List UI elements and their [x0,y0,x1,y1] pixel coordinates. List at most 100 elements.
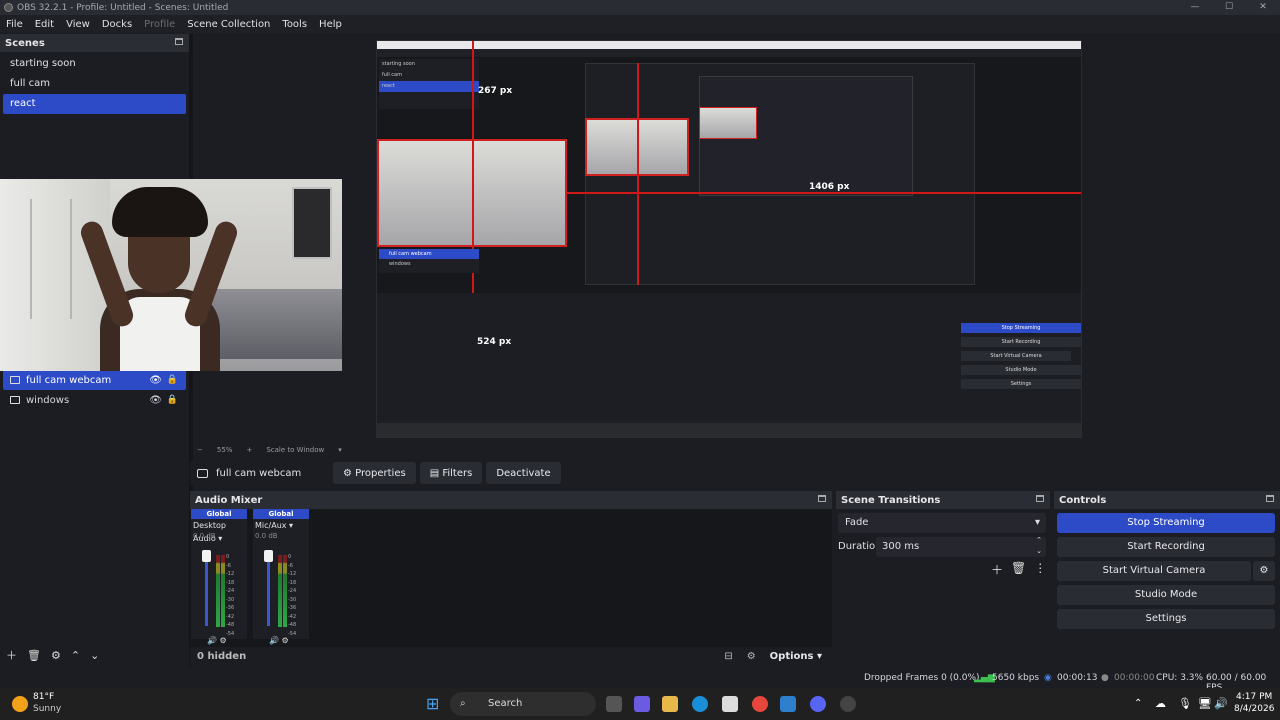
nested-docks: Stop Streaming Start Recording Start Vir… [377,293,1081,423]
zoom-in-icon[interactable]: + [246,446,252,454]
volume-fader[interactable] [205,554,208,626]
stop-streaming-button[interactable]: Stop Streaming [1057,513,1275,533]
close-icon[interactable]: ✕ [1246,0,1280,15]
eye-icon[interactable]: 👁 [149,395,162,406]
settings-button[interactable]: Settings [1057,609,1275,629]
mic-icon[interactable]: 🎙 [1178,697,1192,710]
onedrive-icon[interactable]: ☁ [1155,697,1166,710]
duration-input[interactable]: 300 ms ⌃ ⌄ [876,535,1046,557]
file-explorer-icon[interactable] [662,696,678,712]
gear-icon[interactable]: ⚙ [51,649,61,662]
tick: -18 [288,579,297,586]
chevron-down-icon[interactable]: ⌄ [90,649,99,662]
layout-icon[interactable]: ⊟ [724,651,732,662]
deactivate-button[interactable]: Deactivate [486,462,561,484]
menu-tools[interactable]: Tools [276,19,313,30]
nested-scene-item: full cam [382,72,402,78]
task-view-icon[interactable] [606,696,622,712]
channel-name[interactable]: Mic/Aux ▾ [253,519,309,532]
stepper-icon[interactable]: ⌃ ⌄ [1036,535,1042,557]
obs-taskbar-icon[interactable] [840,696,856,712]
volume-icon[interactable]: 🔊 [1214,697,1228,710]
speaker-icon[interactable]: 🔊 [207,636,217,645]
tick: -54 [226,630,235,637]
undock-icon[interactable] [1266,495,1274,502]
fader-knob[interactable] [202,550,211,562]
cpu-usage: CPU: 3.3% [1156,673,1204,683]
discord-icon[interactable] [810,696,826,712]
trash-icon[interactable]: 🗑 [27,649,41,662]
minimize-icon[interactable]: — [1178,0,1212,15]
edge-icon[interactable] [692,696,708,712]
properties-label: Properties [355,467,406,479]
undock-icon[interactable] [818,495,826,502]
network-icon[interactable]: 🖥 [1198,697,1212,710]
more-icon[interactable]: ⋮ [1034,561,1046,578]
studio-mode-button[interactable]: Studio Mode [1057,585,1275,605]
channel-menu-icon[interactable]: ⚙ [220,636,227,645]
preview-canvas[interactable]: starting soon full cam react 267 px 1406… [376,40,1082,438]
scene-item-starting-soon[interactable]: starting soon [3,54,186,74]
undock-icon[interactable] [175,38,183,45]
source-item-full-cam-webcam[interactable]: full cam webcam 👁 🔒 [3,370,186,390]
nested-titlebar [377,41,1081,49]
channel-name[interactable]: Desktop Audio ▾ [191,519,247,543]
scale-dropdown-icon[interactable]: ▾ [338,446,342,454]
volume-fader[interactable] [267,554,270,626]
lock-icon[interactable]: 🔒 [167,395,178,405]
clock-time[interactable]: 4:17 PM [1236,692,1272,702]
tray-chevron-icon[interactable]: ⌃ [1134,698,1142,709]
menu-help[interactable]: Help [313,19,348,30]
undock-icon[interactable] [1036,495,1044,502]
clock-date[interactable]: 8/4/2026 [1234,704,1274,714]
chrome-icon[interactable] [752,696,768,712]
zoom-level[interactable]: 55% [217,446,233,454]
transition-select[interactable]: Fade ▾ [838,513,1046,533]
virtual-camera-settings-button[interactable]: ⚙ [1253,561,1275,581]
store-icon[interactable] [722,696,738,712]
menu-file[interactable]: File [0,19,29,30]
obs-app-icon [4,3,13,12]
audio-mixer-title: Audio Mixer [195,494,263,506]
tick: -42 [288,613,297,620]
start-recording-button[interactable]: Start Recording [1057,537,1275,557]
add-icon[interactable]: ＋ [991,561,1003,578]
scale-mode[interactable]: Scale to Window [266,446,324,454]
menu-view[interactable]: View [60,19,96,30]
scenes-dock-title: Scenes [0,34,189,52]
channel-menu-icon[interactable]: ⚙ [282,636,289,645]
chevron-up-icon[interactable]: ⌃ [71,649,80,662]
weather-desc[interactable]: Sunny [33,704,61,714]
trash-icon[interactable]: 🗑 [1011,561,1026,578]
taskbar-search[interactable]: ⌕ Search [450,692,596,716]
windows-start-icon[interactable]: ⊞ [426,696,439,712]
speaker-icon[interactable]: 🔊 [269,636,279,645]
options-button[interactable]: Options ▾ [770,651,822,662]
filters-button[interactable]: ▤ Filters [419,462,483,484]
scene-item-react[interactable]: react [3,94,186,114]
webcam-bed [200,289,342,359]
eye-icon[interactable]: 👁 [149,375,162,386]
menu-scene-collection[interactable]: Scene Collection [181,19,276,30]
controls-dock: Controls Stop Streaming Start Recording … [1054,491,1280,665]
menu-profile[interactable]: Profile [138,19,181,30]
add-icon[interactable]: ＋ [6,647,17,663]
source-label: windows [26,394,70,406]
photos-icon[interactable] [780,696,796,712]
menu-docks[interactable]: Docks [96,19,138,30]
copilot-icon[interactable] [634,696,650,712]
scene-item-full-cam[interactable]: full cam [3,74,186,94]
advanced-audio-icon[interactable]: ⚙ [747,651,756,662]
weather-icon[interactable] [12,696,28,712]
lock-icon[interactable]: 🔒 [167,375,178,385]
title-bar: OBS 32.2.1 - Profile: Untitled - Scenes:… [0,0,1280,15]
maximize-icon[interactable]: ☐ [1212,0,1246,15]
tick: -36 [226,605,235,611]
weather-temp[interactable]: 81°F [33,692,54,702]
start-virtual-camera-button[interactable]: Start Virtual Camera [1057,561,1251,581]
menu-edit[interactable]: Edit [29,19,60,30]
zoom-out-icon[interactable]: − [197,446,203,454]
source-item-windows[interactable]: windows 👁 🔒 [3,390,186,410]
fader-knob[interactable] [264,550,273,562]
properties-button[interactable]: ⚙ Properties [333,462,416,484]
